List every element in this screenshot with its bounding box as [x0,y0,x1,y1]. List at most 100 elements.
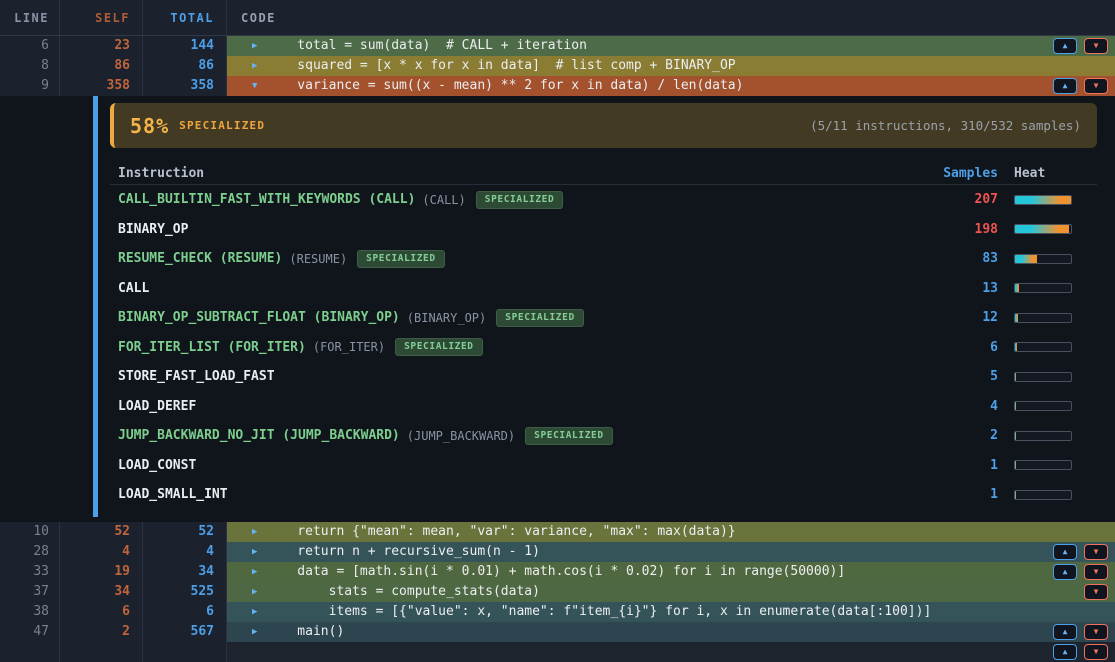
up-arrow-icon: ▲ [1063,82,1068,90]
total-samples-value: 52 [143,522,227,542]
down-arrow-icon: ▼ [1094,42,1099,50]
instruction-rows: CALL_BUILTIN_FAST_WITH_KEYWORDS (CALL) (… [110,185,1097,510]
instruction-name-cell: CALL_BUILTIN_FAST_WITH_KEYWORDS (CALL) (… [110,191,926,209]
column-header-instruction: Instruction [110,166,926,181]
code-line-row[interactable]: 9 358 358 ▼ variance = sum((x - mean) **… [0,76,1115,96]
heat-bar-track [1014,342,1072,352]
expander-icon[interactable]: ▶ [252,522,266,542]
jump-down-button[interactable]: ▼ [1084,564,1108,580]
row-nav-buttons: ▲ ▼ [1053,644,1108,660]
code-cell[interactable]: ▶ stats = compute_stats(data) ▼ [227,582,1115,602]
code-line-row[interactable]: 33 19 34 ▶ data = [math.sin(i * 0.01) + … [0,562,1115,582]
down-arrow-icon: ▼ [1094,82,1099,90]
code-cell[interactable]: ▶ data = [math.sin(i * 0.01) + math.cos(… [227,562,1115,582]
heat-cell [1011,313,1097,323]
expander-icon[interactable]: ▶ [252,602,266,622]
jump-up-button[interactable]: ▲ [1053,544,1077,560]
code-line-row[interactable]: 47 2 567 ▶ main() ▲ ▼ [0,622,1115,642]
base-instruction-name: (RESUME) [289,252,347,266]
self-samples-value [60,642,143,662]
instruction-samples: 1 [926,458,998,473]
instruction-name-cell: FOR_ITER_LIST (FOR_ITER) (FOR_ITER) SPEC… [110,338,926,356]
instruction-name: JUMP_BACKWARD_NO_JIT (JUMP_BACKWARD) [118,428,400,443]
code-line-row[interactable]: 37 34 525 ▶ stats = compute_stats(data) … [0,582,1115,602]
instruction-name: LOAD_DEREF [118,399,196,414]
line-number: 10 [0,522,60,542]
code-cell[interactable]: ▶ squared = [x * x for x in data] # list… [227,56,1115,76]
instruction-name-cell: CALL [110,281,926,296]
code-line-row[interactable]: 8 86 86 ▶ squared = [x * x for x in data… [0,56,1115,76]
code-line-row[interactable]: 28 4 4 ▶ return n + recursive_sum(n - 1)… [0,542,1115,562]
expander-icon[interactable]: ▶ [252,622,266,642]
code-line-row[interactable]: 6 23 144 ▶ total = sum(data) # CALL + it… [0,36,1115,56]
instruction-row: FOR_ITER_LIST (FOR_ITER) (FOR_ITER) SPEC… [110,333,1097,363]
instruction-row: BINARY_OP 198 [110,215,1097,245]
instruction-samples: 198 [926,222,998,237]
up-arrow-icon: ▲ [1063,568,1068,576]
code-text: return {"mean": mean, "var": variance, "… [266,522,1108,542]
heat-bar-track [1014,283,1072,293]
down-arrow-icon: ▼ [1094,548,1099,556]
instruction-name: LOAD_CONST [118,458,196,473]
instruction-name-cell: BINARY_OP [110,222,926,237]
jump-down-button[interactable]: ▼ [1084,644,1108,660]
column-header-total: TOTAL [143,0,227,35]
line-number: 28 [0,542,60,562]
jump-up-button[interactable]: ▲ [1053,644,1077,660]
code-cell[interactable]: ▶ items = [{"value": x, "name": f"item_{… [227,602,1115,622]
heat-bar-track [1014,313,1072,323]
line-number: 33 [0,562,60,582]
instruction-samples: 4 [926,399,998,414]
heat-bar-fill [1015,491,1016,499]
self-samples-value: 358 [60,76,143,96]
instruction-row: LOAD_SMALL_INT 1 [110,480,1097,510]
heat-cell [1011,195,1097,205]
instruction-name: STORE_FAST_LOAD_FAST [118,369,275,384]
expander-icon[interactable]: ▶ [252,582,266,602]
column-header-samples[interactable]: Samples [926,166,998,181]
instruction-name-cell: BINARY_OP_SUBTRACT_FLOAT (BINARY_OP) (BI… [110,309,926,327]
instruction-samples: 207 [926,192,998,207]
down-arrow-icon: ▼ [1094,648,1099,656]
jump-down-button[interactable]: ▼ [1084,584,1108,600]
specialized-label: SPECIALIZED [179,119,265,132]
code-line-row[interactable]: ▲ ▼ [0,642,1115,662]
heat-bar-track [1014,490,1072,500]
jump-down-button[interactable]: ▼ [1084,624,1108,640]
jump-down-button[interactable]: ▼ [1084,544,1108,560]
expander-icon[interactable]: ▶ [252,562,266,582]
table-header: LINE SELF TOTAL CODE [0,0,1115,36]
jump-up-button[interactable]: ▲ [1053,564,1077,580]
specialized-badge: SPECIALIZED [395,338,483,356]
total-samples-value: 4 [143,542,227,562]
row-nav-buttons: ▲ ▼ [1053,544,1108,560]
code-line-row[interactable]: 10 52 52 ▶ return {"mean": mean, "var": … [0,522,1115,542]
expander-icon[interactable]: ▶ [252,542,266,562]
code-cell[interactable]: ▼ variance = sum((x - mean) ** 2 for x i… [227,76,1115,96]
heat-bar-fill [1015,255,1037,263]
code-cell[interactable]: ▶ return {"mean": mean, "var": variance,… [227,522,1115,542]
jump-down-button[interactable]: ▼ [1084,78,1108,94]
expander-icon[interactable]: ▶ [252,56,266,76]
total-samples-value: 86 [143,56,227,76]
code-text: items = [{"value": x, "name": f"item_{i}… [266,602,1108,622]
specialization-panel-content: 58% SPECIALIZED (5/11 instructions, 310/… [110,96,1097,522]
heat-cell [1011,490,1097,500]
code-cell[interactable]: ▶ main() ▲ ▼ [227,622,1115,642]
expander-icon[interactable]: ▼ [252,76,266,96]
expander-icon[interactable]: ▶ [252,36,266,56]
code-line-row[interactable]: 38 6 6 ▶ items = [{"value": x, "name": f… [0,602,1115,622]
code-cell[interactable]: ▶ return n + recursive_sum(n - 1) ▲ ▼ [227,542,1115,562]
code-cell[interactable]: ▶ total = sum(data) # CALL + iteration ▲… [227,36,1115,56]
instruction-table-header: Instruction Samples Heat [110,162,1097,185]
column-header-self: SELF [60,0,143,35]
heat-bar-track [1014,254,1072,264]
jump-up-button[interactable]: ▲ [1053,38,1077,54]
jump-down-button[interactable]: ▼ [1084,38,1108,54]
instruction-name: CALL_BUILTIN_FAST_WITH_KEYWORDS (CALL) [118,192,415,207]
jump-up-button[interactable]: ▲ [1053,624,1077,640]
instruction-samples: 6 [926,340,998,355]
code-cell[interactable]: ▲ ▼ [227,642,1115,662]
code-text: variance = sum((x - mean) ** 2 for x in … [266,76,1053,96]
jump-up-button[interactable]: ▲ [1053,78,1077,94]
